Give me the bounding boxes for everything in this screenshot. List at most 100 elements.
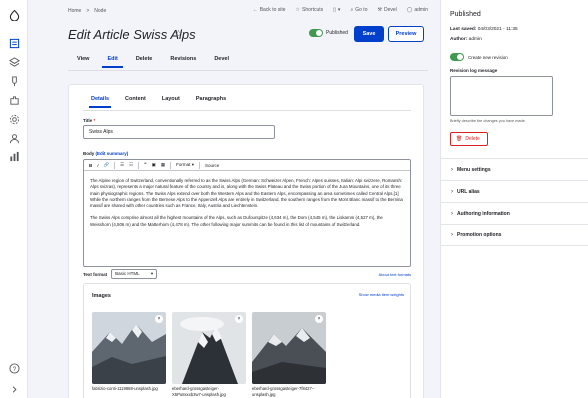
image-caption: fabrizio-conti-1119888-unsplash.jpg <box>92 386 158 391</box>
image-thumbnail[interactable]: × <box>252 312 326 384</box>
tab-edit[interactable]: Edit <box>98 52 126 68</box>
content-icon[interactable] <box>8 37 20 49</box>
link-button[interactable]: 🔗 <box>104 162 110 168</box>
image-thumbnail[interactable]: × <box>172 312 246 384</box>
url-alias-section[interactable]: › URL alias <box>441 180 588 202</box>
shortcut-star-icon[interactable]: ☆ <box>174 29 183 40</box>
back-to-site-link[interactable]: ← Back to site <box>253 7 286 13</box>
breadcrumb-node[interactable]: Node <box>94 8 106 14</box>
subtab-paragraphs[interactable]: Paragraphs <box>188 94 234 108</box>
image-caption: eberhard-grossgasteiger-7f8427--unsplash… <box>252 386 315 397</box>
bold-button[interactable]: B <box>89 163 92 168</box>
user-link[interactable]: ◯ admin <box>407 7 428 13</box>
mountain-photo-2 <box>172 312 246 384</box>
subtab-details[interactable]: Details <box>83 94 117 108</box>
image-thumbnail[interactable]: × <box>92 312 166 384</box>
about-text-formats-link[interactable]: About text formats <box>379 272 411 277</box>
appearance-icon[interactable] <box>8 75 20 87</box>
wrench-icon: ⚒ <box>377 7 382 13</box>
title-input[interactable]: Swiss Alps <box>83 125 275 139</box>
authoring-information-section[interactable]: › Authoring information <box>441 202 588 224</box>
body-label: Body (Edit summary) <box>83 151 129 156</box>
remove-image-button[interactable]: × <box>315 315 323 323</box>
chevron-right-icon: › <box>451 232 453 238</box>
breadcrumb: Home > Node <box>68 8 106 14</box>
shortcuts-link[interactable]: ☆ Shortcuts <box>296 7 324 13</box>
blockquote-button[interactable]: ❞ <box>144 162 146 168</box>
required-marker: * <box>93 118 96 123</box>
drupal-logo-icon[interactable] <box>8 9 20 21</box>
reports-icon[interactable] <box>8 150 20 162</box>
body-editor[interactable]: B I 🔗 ☰ ☷ ❞ ▣ ▦ Format ▾ Source The Alpi… <box>83 159 411 267</box>
images-title: Images <box>92 293 111 299</box>
numbered-list-button[interactable]: ☷ <box>129 162 133 168</box>
published-switch[interactable] <box>309 29 323 37</box>
text-format-row: Text format Basic HTML ▾ About text form… <box>83 269 411 279</box>
mountain-photo-1 <box>92 312 166 384</box>
image-button[interactable]: ▣ <box>152 162 156 168</box>
collapse-toolbar-icon[interactable] <box>8 383 20 395</box>
meta-sidebar: Published Last saved: 04/03/2021 - 11:35… <box>440 0 588 398</box>
title-label: Title * <box>83 118 96 123</box>
save-button[interactable]: Save <box>354 26 384 42</box>
people-icon[interactable] <box>8 132 20 144</box>
form-subtabs: Details Content Layout Paragraphs <box>83 94 234 108</box>
promotion-options-section[interactable]: › Promotion options <box>441 224 588 246</box>
chevron-right-icon: › <box>451 210 453 217</box>
menu-settings-section[interactable]: › Menu settings <box>441 158 588 180</box>
delete-button[interactable]: 🗑 Delete <box>450 132 488 146</box>
chevron-right-icon: › <box>451 166 453 173</box>
search-icon: ⌕ <box>350 7 354 13</box>
tabs-divider <box>68 70 428 71</box>
chevron-down-icon: ▾ <box>150 271 154 276</box>
body-paragraph-1: The Alpine region of Switzerland, conven… <box>90 178 403 209</box>
show-weights-link[interactable]: Show media item weights <box>359 292 404 297</box>
remove-image-button[interactable]: × <box>155 315 163 323</box>
remove-image-button[interactable]: × <box>235 315 243 323</box>
node-form-card: Details Content Layout Paragraphs Title … <box>68 84 424 398</box>
images-field: Images Show media item weights × × × fab… <box>83 283 411 398</box>
revision-switch[interactable] <box>450 53 464 61</box>
table-button[interactable]: ▦ <box>161 162 165 168</box>
user-icon: ◯ <box>406 7 413 13</box>
sidebar-title: Published <box>450 11 481 18</box>
editor-content[interactable]: The Alpine region of Switzerland, conven… <box>84 171 410 241</box>
tab-devel[interactable]: Devel <box>205 52 238 68</box>
subtab-layout[interactable]: Layout <box>154 94 188 108</box>
published-toggle[interactable]: Published <box>309 29 348 37</box>
format-dropdown[interactable]: Format ▾ <box>176 162 194 168</box>
configuration-icon[interactable] <box>8 113 20 125</box>
help-icon[interactable]: ? <box>8 362 20 374</box>
tab-revisions[interactable]: Revisions <box>161 52 205 68</box>
revision-log-textarea[interactable] <box>450 76 553 116</box>
text-format-select[interactable]: Basic HTML ▾ <box>111 269 158 279</box>
published-label: Published <box>326 30 348 36</box>
structure-icon[interactable] <box>8 56 20 68</box>
preview-button[interactable]: Preview <box>388 26 424 42</box>
italic-button[interactable]: I <box>97 163 98 168</box>
toolbar-separator <box>114 161 116 169</box>
source-button[interactable]: Source <box>205 163 219 168</box>
goto-link[interactable]: ⌕ Go to <box>350 7 367 13</box>
body-paragraph-2: The Swiss Alps comprise almost all the h… <box>90 215 383 227</box>
edit-summary-link[interactable]: (Edit summary) <box>96 151 129 156</box>
revision-log-label: Revision log message <box>450 68 498 73</box>
tab-delete[interactable]: Delete <box>127 52 162 68</box>
last-saved: Last saved: 04/03/2021 - 11:35 <box>450 27 518 32</box>
subtab-content[interactable]: Content <box>117 94 154 108</box>
breadcrumb-home[interactable]: Home <box>68 8 81 14</box>
svg-text:?: ? <box>12 365 16 372</box>
create-revision-toggle[interactable]: Create new revision <box>450 53 508 61</box>
image-caption: eberhard-grossgasteiger-X5Pu8xxxb3w7-uns… <box>172 386 226 397</box>
phone-icon: ▯ <box>333 7 336 13</box>
device-preview-button[interactable]: ▯ ▾ <box>333 7 340 13</box>
toolbar-separator <box>198 161 200 169</box>
primary-tabs: View Edit Delete Revisions Devel <box>68 52 238 68</box>
bulleted-list-button[interactable]: ☰ <box>120 162 124 168</box>
devel-link[interactable]: ⚒ Devel <box>377 7 396 13</box>
tab-view[interactable]: View <box>68 52 98 68</box>
author: Author: admin <box>450 37 482 42</box>
extend-icon[interactable] <box>8 94 20 106</box>
chevron-right-icon: › <box>451 188 453 195</box>
trash-icon: 🗑 <box>456 136 463 142</box>
